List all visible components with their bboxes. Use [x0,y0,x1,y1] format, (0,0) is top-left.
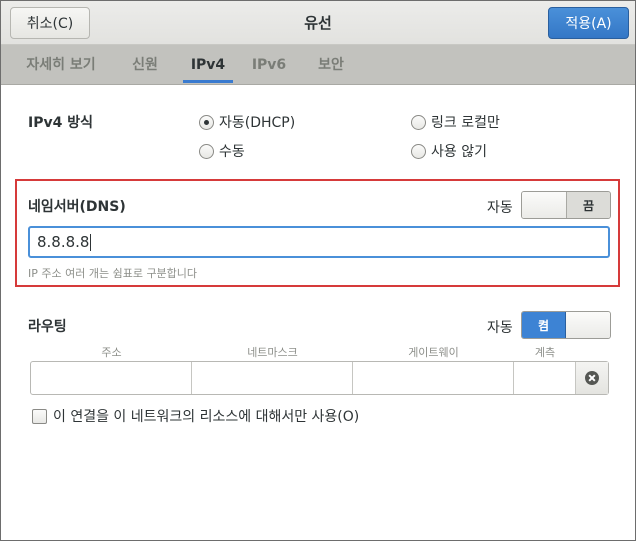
radio-checked-icon [199,114,214,130]
tab-identity[interactable]: 신원 [123,45,167,85]
column-header-gateway: 게이트웨이 [408,346,459,359]
tab-bar: 자세히 보기 신원 IPv4 IPv6 보안 [1,45,635,85]
text-caret [90,234,92,251]
route-metric-input[interactable] [514,362,576,394]
ipv4-method-label: IPv4 방식 [28,115,93,131]
tab-security[interactable]: 보안 [307,45,355,85]
switch-knob [522,192,566,218]
header-bar: 취소(C) 유선 적용(A) [1,1,635,45]
radio-unchecked-icon [411,114,426,130]
route-delete-button[interactable] [576,362,608,394]
radio-manual[interactable]: 수동 [199,141,245,161]
dns-label: 네임서버(DNS) [28,199,126,215]
window-title: 유선 [304,14,332,32]
dns-auto-label: 자동 [487,200,513,216]
radio-manual-label: 수동 [219,144,245,160]
checkbox-unchecked-icon [32,408,47,424]
route-gateway-input[interactable] [353,362,514,394]
tab-ipv4[interactable]: IPv4 [183,45,233,85]
dns-input-value: 8.8.8.8 [37,233,90,251]
route-netmask-input[interactable] [192,362,353,394]
dns-switch-state: 끔 [565,192,610,218]
clear-circle-icon [585,371,599,385]
routing-switch-state: 켬 [522,312,567,338]
radio-unchecked-icon [199,143,214,159]
only-local-resources-checkbox[interactable]: 이 연결을 이 네트워크의 리소스에 대해서만 사용(O) [32,406,359,426]
apply-button[interactable]: 적용(A) [548,7,629,39]
route-row [30,361,609,395]
radio-link-local-only-label: 링크 로컬만 [431,115,500,131]
cancel-button[interactable]: 취소(C) [10,7,90,39]
radio-auto-dhcp[interactable]: 자동(DHCP) [199,112,295,132]
only-local-resources-label: 이 연결을 이 네트워크의 리소스에 대해서만 사용(O) [53,409,360,425]
routing-auto-label: 자동 [487,320,513,336]
tab-details[interactable]: 자세히 보기 [15,45,107,85]
column-header-netmask: 네트마스크 [247,346,298,359]
radio-unchecked-icon [411,143,426,159]
routing-label: 라우팅 [28,319,67,335]
tab-ipv6[interactable]: IPv6 [247,45,291,85]
routing-auto-switch[interactable]: 켬 [521,311,611,339]
dns-hint: IP 주소 여러 개는 쉼표로 구분합니다 [28,267,198,280]
network-settings-dialog: 취소(C) 유선 적용(A) 자세히 보기 신원 IPv4 IPv6 보안 IP… [0,0,636,541]
column-header-address: 주소 [101,346,122,359]
radio-auto-dhcp-label: 자동(DHCP) [219,115,296,131]
column-header-metric: 계측 [534,346,556,359]
radio-disabled[interactable]: 사용 않기 [411,141,487,161]
dns-input[interactable]: 8.8.8.8 [28,226,610,258]
switch-knob [566,312,610,338]
radio-disabled-label: 사용 않기 [431,144,487,160]
route-address-input[interactable] [31,362,192,394]
dns-auto-switch[interactable]: 끔 [521,191,611,219]
radio-link-local-only[interactable]: 링크 로컬만 [411,112,500,132]
